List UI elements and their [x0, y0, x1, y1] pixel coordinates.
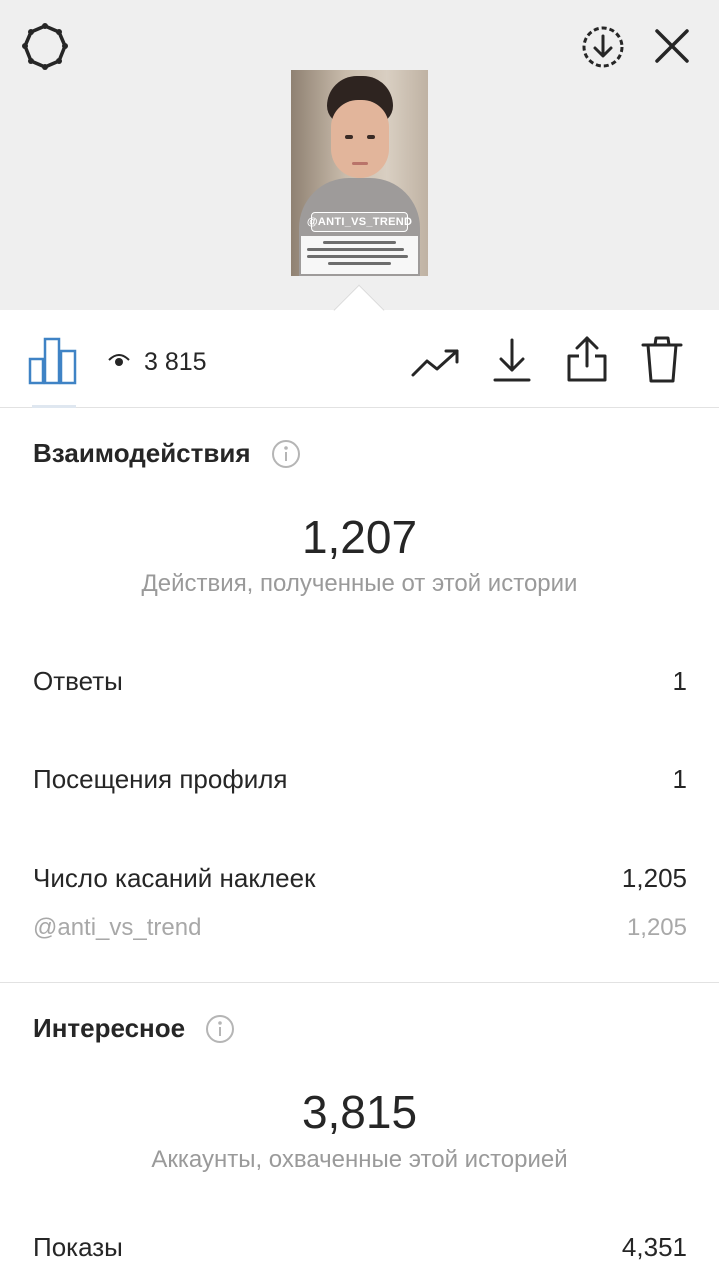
- stat-label: Число касаний наклеек: [33, 863, 316, 893]
- eye-icon: [108, 352, 130, 373]
- stat-label: Показы: [33, 1232, 123, 1262]
- download-icon[interactable]: [488, 334, 536, 386]
- story-thumbnail[interactable]: @ANTI_VS_TREND: [291, 70, 428, 276]
- close-icon[interactable]: [646, 20, 698, 72]
- discovery-title: Интересное: [33, 1013, 186, 1043]
- insights-bar-chart-icon[interactable]: [26, 336, 80, 386]
- discovery-caption: Аккаунты, охваченные этой историей: [151, 1146, 568, 1173]
- mention-sticker: @ANTI_VS_TREND: [307, 212, 412, 232]
- interactions-header: Взаимодействия: [33, 438, 301, 469]
- share-icon[interactable]: [562, 332, 612, 386]
- interactions-title: Взаимодействия: [33, 438, 251, 468]
- thumbnail-eye: [345, 135, 353, 139]
- stat-sublabel: @anti_vs_trend: [33, 914, 202, 941]
- stat-row-sticker-taps: Число касаний наклеек 1,205: [33, 863, 687, 894]
- stat-value: 1: [672, 764, 687, 794]
- thumbnail-mouth: [352, 162, 368, 165]
- delete-trash-icon[interactable]: [636, 332, 688, 388]
- stat-row-replies: Ответы 1: [33, 666, 687, 697]
- stat-value: 1: [672, 666, 687, 696]
- interactions-total: 1,207: [301, 511, 418, 563]
- info-icon[interactable]: [205, 1014, 235, 1044]
- views-counter[interactable]: 3 815: [108, 340, 207, 384]
- stat-row-impressions: Показы 4,351: [33, 1232, 687, 1263]
- stat-value: 1,205: [621, 863, 687, 893]
- discovery-total: 3,815: [301, 1086, 418, 1138]
- section-divider: [0, 982, 719, 983]
- stat-value: 4,351: [621, 1232, 687, 1262]
- interactions-caption: Действия, полученные от этой истории: [141, 570, 578, 597]
- stat-row-profile-visits: Посещения профиля 1: [33, 764, 687, 795]
- info-icon[interactable]: [271, 439, 301, 469]
- stat-label: Ответы: [33, 666, 123, 696]
- stat-subvalue: 1,205: [626, 914, 687, 941]
- thumbnail-caption-block: [301, 236, 418, 274]
- save-download-circle-icon[interactable]: [578, 22, 628, 72]
- discovery-header: Интересное: [33, 1013, 235, 1044]
- thumbnail-eye: [367, 135, 375, 139]
- active-tab-indicator: [32, 405, 76, 408]
- promote-trend-icon[interactable]: [408, 338, 464, 386]
- thumbnail-person-face: [331, 100, 389, 178]
- settings-gear-icon[interactable]: [20, 22, 70, 72]
- stat-label: Посещения профиля: [33, 764, 288, 794]
- views-count: 3 815: [144, 347, 207, 376]
- stat-subrow-mention[interactable]: @anti_vs_trend 1,205: [33, 914, 687, 942]
